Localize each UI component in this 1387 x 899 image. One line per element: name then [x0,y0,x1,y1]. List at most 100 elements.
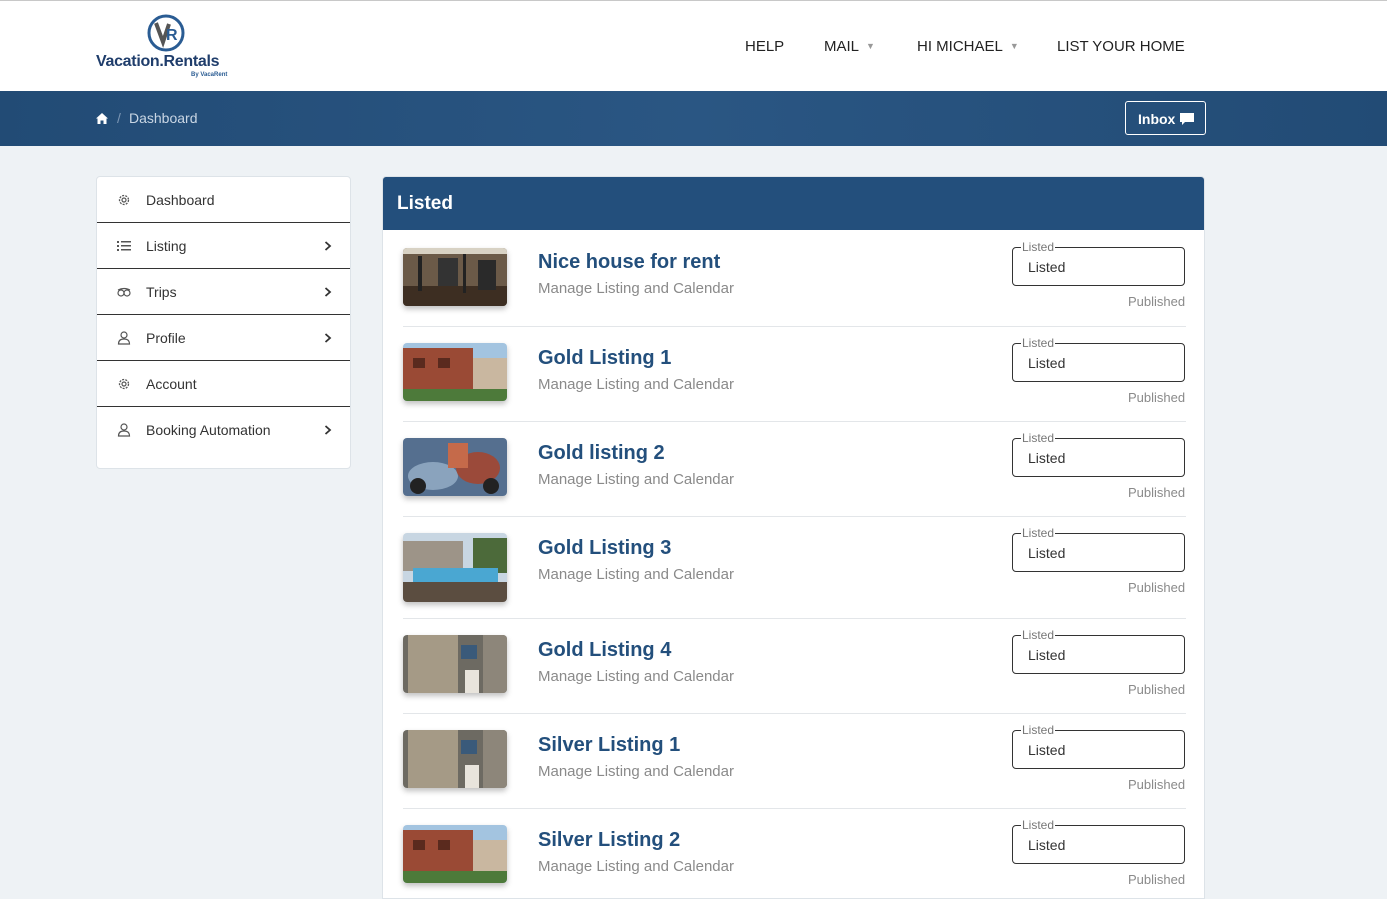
chevron-right-icon [324,333,332,343]
status-legend: Listed [1021,240,1056,254]
sidebar-item-label: Booking Automation [146,422,271,438]
listing-status-select[interactable]: Listed Listed [1012,336,1185,382]
chevron-right-icon [324,241,332,251]
inbox-label: Inbox [1138,111,1176,127]
listing-manage-link[interactable]: Manage Listing and Calendar [538,376,734,393]
svg-text:R: R [166,27,178,44]
listing-row: Silver Listing 1 Manage Listing and Cale… [403,714,1186,809]
listing-manage-link[interactable]: Manage Listing and Calendar [538,566,734,583]
listing-status-select[interactable]: Listed Listed [1012,818,1185,864]
listing-title[interactable]: Gold listing 2 [538,442,665,465]
listing-status-select[interactable]: Listed Listed [1012,723,1185,769]
publish-state: Published [1128,580,1186,595]
listing-title[interactable]: Gold Listing 4 [538,639,671,662]
panel-title: Listed [383,177,1204,230]
status-value: Listed [1028,545,1066,561]
listing-manage-link[interactable]: Manage Listing and Calendar [538,858,734,875]
chevron-down-icon: ▼ [866,41,875,51]
sidebar-item-label: Account [146,376,197,392]
sidebar-menu: Dashboard Listing Trips Profile Account … [96,176,351,469]
listing-title[interactable]: Silver Listing 1 [538,734,680,757]
gear-icon [118,194,130,206]
user-icon [117,331,131,345]
top-navbar: R Vacation.Rentals By VacaRent HELP MAIL… [0,0,1387,91]
logo-mark-icon: R [147,14,185,52]
listing-title[interactable]: Gold Listing 1 [538,347,671,370]
home-icon[interactable] [95,112,109,125]
listing-thumbnail[interactable] [403,248,507,306]
nav-list-your-home[interactable]: LIST YOUR HOME [1057,38,1185,58]
sidebar-item-label: Profile [146,330,186,346]
listing-row: Gold Listing 4 Manage Listing and Calend… [403,619,1186,714]
sidebar-item-dashboard[interactable]: Dashboard [97,177,350,223]
publish-state: Published [1128,390,1186,405]
chat-icon [1180,113,1194,125]
status-value: Listed [1028,742,1066,758]
listing-thumbnail[interactable] [403,438,507,496]
listing-status-select[interactable]: Listed Listed [1012,628,1185,674]
breadcrumb-current: Dashboard [129,110,198,126]
nav-mail[interactable]: MAIL ▼ [824,38,875,58]
listing-status-select[interactable]: Listed Listed [1012,526,1185,572]
listing-title[interactable]: Silver Listing 2 [538,829,680,852]
nav-mail-label: MAIL [824,38,860,55]
status-legend: Listed [1021,723,1056,737]
publish-state: Published [1128,294,1186,309]
listing-row: Gold listing 2 Manage Listing and Calend… [403,422,1186,517]
listed-panel: Listed Nice house for rent Manage Listin… [382,176,1205,899]
listing-manage-link[interactable]: Manage Listing and Calendar [538,763,734,780]
status-legend: Listed [1021,818,1056,832]
publish-state: Published [1128,872,1186,887]
gear-icon [118,378,130,390]
user-icon [117,423,131,437]
status-legend: Listed [1021,431,1056,445]
publish-state: Published [1128,777,1186,792]
listing-thumbnail[interactable] [403,825,507,883]
status-value: Listed [1028,837,1066,853]
listing-title[interactable]: Gold Listing 3 [538,537,671,560]
status-value: Listed [1028,259,1066,275]
nav-help[interactable]: HELP [745,38,784,58]
sidebar-item-account[interactable]: Account [97,361,350,407]
nav-user-menu[interactable]: HI MICHAEL ▼ [917,38,1019,58]
status-value: Listed [1028,355,1066,371]
chevron-right-icon [324,425,332,435]
listing-thumbnail[interactable] [403,343,507,401]
status-legend: Listed [1021,526,1056,540]
brand-subtitle: By VacaRent [191,72,228,78]
breadcrumb-separator: / [117,110,121,126]
nav-user-label: HI MICHAEL [917,38,1003,55]
listing-thumbnail[interactable] [403,635,507,693]
list-icon [117,241,131,251]
publish-state: Published [1128,682,1186,697]
listing-manage-link[interactable]: Manage Listing and Calendar [538,471,734,488]
inbox-button[interactable]: Inbox [1125,101,1206,135]
listing-thumbnail[interactable] [403,533,507,602]
sidebar-item-label: Dashboard [146,192,215,208]
listing-row: Gold Listing 1 Manage Listing and Calend… [403,327,1186,422]
listing-manage-link[interactable]: Manage Listing and Calendar [538,668,734,685]
status-legend: Listed [1021,628,1056,642]
nav-help-label: HELP [745,38,785,55]
listing-status-select[interactable]: Listed Listed [1012,240,1185,286]
sidebar-item-label: Trips [146,284,177,300]
sidebar-item-profile[interactable]: Profile [97,315,350,361]
tripadvisor-icon [117,287,131,297]
sidebar-item-listing[interactable]: Listing [97,223,350,269]
site-logo[interactable]: R Vacation.Rentals By VacaRent [96,11,246,83]
chevron-down-icon: ▼ [1009,41,1019,51]
listing-row: Silver Listing 2 Manage Listing and Cale… [403,809,1186,898]
listing-manage-link[interactable]: Manage Listing and Calendar [538,280,734,297]
sidebar-item-booking-automation[interactable]: Booking Automation [97,407,350,453]
listing-title[interactable]: Nice house for rent [538,251,720,274]
sidebar-item-trips[interactable]: Trips [97,269,350,315]
brand-name: Vacation.Rentals [96,53,220,70]
listing-row: Gold Listing 3 Manage Listing and Calend… [403,517,1186,619]
listing-row: Nice house for rent Manage Listing and C… [403,231,1186,327]
chevron-right-icon [324,287,332,297]
nav-list-your-home-label: LIST YOUR HOME [1057,38,1185,55]
listing-status-select[interactable]: Listed Listed [1012,431,1185,477]
status-legend: Listed [1021,336,1056,350]
sidebar-item-label: Listing [146,238,187,254]
listing-thumbnail[interactable] [403,730,507,788]
